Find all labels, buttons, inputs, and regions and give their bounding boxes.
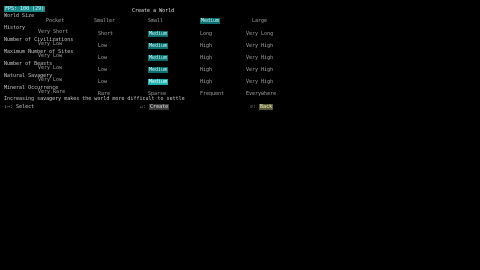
setting-option[interactable]: Medium bbox=[148, 55, 169, 61]
setting-option[interactable]: Very High bbox=[246, 67, 273, 73]
key-icon: ↕↔: bbox=[4, 104, 14, 110]
setting-option[interactable]: Low bbox=[98, 55, 107, 61]
setting-option[interactable]: Very Rare bbox=[38, 89, 65, 95]
setting-option[interactable]: Everywhere bbox=[246, 91, 276, 97]
setting-label: History bbox=[4, 25, 26, 31]
setting-option[interactable]: Medium bbox=[148, 67, 169, 73]
hint-text: Increasing savagery makes the world more… bbox=[4, 96, 185, 102]
setting-option[interactable]: Frequent bbox=[200, 91, 224, 97]
setting-option[interactable]: Low bbox=[98, 67, 107, 73]
fps-counter: FPS: 100 (29) bbox=[4, 6, 46, 12]
setting-option[interactable]: Very Low bbox=[38, 41, 62, 47]
back-button[interactable]: Back bbox=[259, 104, 274, 110]
setting-option[interactable]: Low bbox=[98, 79, 107, 85]
setting-option[interactable]: High bbox=[200, 43, 212, 49]
esc-key-icon: ⎋: bbox=[250, 104, 257, 110]
setting-option[interactable]: Smaller bbox=[94, 18, 115, 24]
setting-option[interactable]: Very Long bbox=[246, 31, 273, 37]
setting-option[interactable]: High bbox=[200, 55, 212, 61]
setting-option[interactable]: Short bbox=[98, 31, 113, 37]
setting-option[interactable]: Very Low bbox=[38, 65, 62, 71]
setting-option[interactable]: Very High bbox=[246, 43, 273, 49]
setting-option[interactable]: High bbox=[200, 67, 212, 73]
setting-option[interactable]: Small bbox=[148, 18, 163, 24]
create-hint[interactable]: ↵: Create bbox=[140, 104, 170, 110]
setting-option[interactable]: Very Short bbox=[38, 29, 68, 35]
setting-label: World Size bbox=[4, 13, 35, 19]
select-hint: ↕↔: Select bbox=[4, 104, 34, 110]
enter-key-icon: ↵: bbox=[140, 104, 147, 110]
setting-option[interactable]: Low bbox=[98, 43, 107, 49]
setting-option[interactable]: Medium bbox=[148, 43, 169, 49]
setting-option[interactable]: Medium bbox=[148, 31, 169, 37]
setting-option[interactable]: Pocket bbox=[46, 18, 64, 24]
setting-option[interactable]: Very Low bbox=[38, 53, 62, 59]
create-button[interactable]: Create bbox=[149, 104, 170, 110]
setting-option[interactable]: Large bbox=[252, 18, 267, 24]
setting-option[interactable]: Very Low bbox=[38, 77, 62, 83]
setting-option[interactable]: Medium bbox=[148, 79, 169, 85]
select-label: Select bbox=[16, 104, 35, 110]
setting-option[interactable]: Medium bbox=[200, 18, 221, 24]
back-hint[interactable]: ⎋: Back bbox=[250, 104, 274, 110]
setting-option[interactable]: High bbox=[200, 79, 212, 85]
setting-option[interactable]: Very High bbox=[246, 79, 273, 85]
page-title: Create a World bbox=[132, 8, 175, 14]
setting-option[interactable]: Long bbox=[200, 31, 212, 37]
setting-option[interactable]: Very High bbox=[246, 55, 273, 61]
